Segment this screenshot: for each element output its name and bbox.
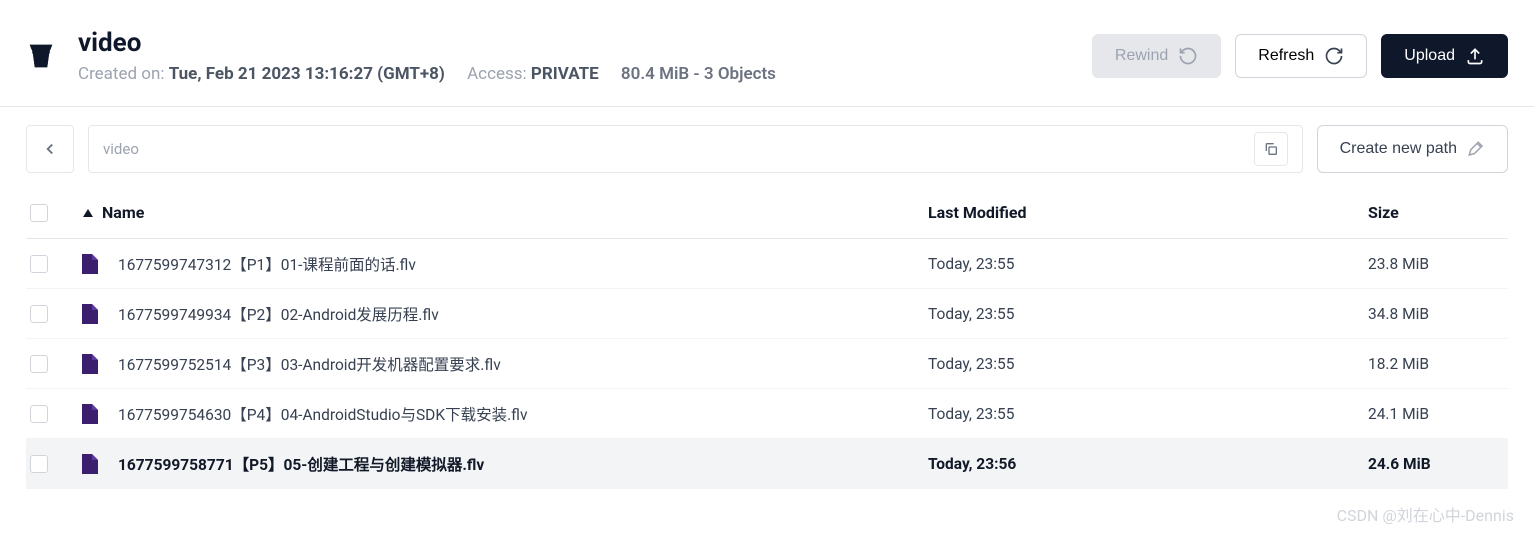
stats-value: 80.4 MiB - 3 Objects (621, 64, 776, 84)
rewind-label: Rewind (1115, 47, 1168, 65)
upload-button[interactable]: Upload (1381, 34, 1508, 78)
breadcrumb: video (88, 125, 1303, 173)
upload-icon (1465, 46, 1485, 66)
table-row[interactable]: 1677599758771【P5】05-创建工程与创建模拟器.flv Today,… (26, 439, 1508, 489)
file-size: 23.8 MiB (1368, 255, 1508, 273)
file-size: 24.6 MiB (1368, 455, 1508, 473)
column-size-header[interactable]: Size (1368, 203, 1508, 222)
bucket-icon (26, 41, 56, 71)
table-row[interactable]: 1677599747312【P1】01-课程前面的话.flv Today, 23:… (26, 239, 1508, 289)
created-label: Created on: (78, 64, 165, 84)
row-checkbox[interactable] (30, 305, 48, 323)
row-checkbox[interactable] (30, 455, 48, 473)
file-name: 1677599758771【P5】05-创建工程与创建模拟器.flv (118, 453, 484, 475)
page-header: video Created on: Tue, Feb 21 2023 13:16… (0, 0, 1534, 107)
sort-asc-icon (82, 207, 94, 219)
created-value: Tue, Feb 21 2023 13:16:27 (GMT+8) (169, 64, 445, 84)
file-size: 18.2 MiB (1368, 355, 1508, 373)
file-icon (82, 254, 98, 274)
rewind-button: Rewind (1092, 34, 1221, 78)
create-path-icon (1467, 140, 1485, 158)
file-size: 24.1 MiB (1368, 405, 1508, 423)
table-row[interactable]: 1677599749934【P2】02-Android发展历程.flv Today… (26, 289, 1508, 339)
toolbar: video Create new path (0, 107, 1534, 173)
file-name: 1677599754630【P4】04-AndroidStudio与SDK下载安… (118, 403, 527, 425)
page-meta: Created on: Tue, Feb 21 2023 13:16:27 (G… (78, 64, 1092, 84)
column-modified-header[interactable]: Last Modified (928, 203, 1368, 222)
upload-label: Upload (1404, 47, 1455, 65)
file-modified: Today, 23:55 (928, 255, 1368, 273)
file-icon (82, 454, 98, 474)
refresh-button[interactable]: Refresh (1235, 34, 1367, 78)
file-modified: Today, 23:55 (928, 405, 1368, 423)
create-path-label: Create new path (1340, 140, 1457, 158)
file-icon (82, 404, 98, 424)
back-button[interactable] (26, 125, 74, 173)
file-icon (82, 304, 98, 324)
access-value: PRIVATE (531, 64, 599, 84)
column-modified-label: Last Modified (928, 203, 1027, 222)
refresh-label: Refresh (1258, 47, 1314, 65)
file-name: 1677599749934【P2】02-Android发展历程.flv (118, 303, 439, 325)
column-size-label: Size (1368, 203, 1399, 222)
table-row[interactable]: 1677599752514【P3】03-Android开发机器配置要求.flv T… (26, 339, 1508, 389)
column-name-label: Name (102, 203, 144, 222)
file-icon (82, 354, 98, 374)
copy-icon (1263, 141, 1279, 157)
table-row[interactable]: 1677599754630【P4】04-AndroidStudio与SDK下载安… (26, 389, 1508, 439)
file-name: 1677599747312【P1】01-课程前面的话.flv (118, 253, 416, 275)
refresh-icon (1324, 46, 1344, 66)
column-name-header[interactable]: Name (82, 203, 928, 222)
chevron-left-icon (41, 140, 59, 158)
watermark: CSDN @刘在心中-Dennis (1337, 502, 1514, 526)
access-label: Access: (467, 64, 527, 84)
copy-path-button[interactable] (1254, 132, 1288, 166)
row-checkbox[interactable] (30, 405, 48, 423)
rewind-icon (1178, 46, 1198, 66)
select-all-checkbox[interactable] (30, 204, 48, 222)
row-checkbox[interactable] (30, 355, 48, 373)
file-modified: Today, 23:55 (928, 305, 1368, 323)
file-modified: Today, 23:55 (928, 355, 1368, 373)
create-path-button[interactable]: Create new path (1317, 125, 1508, 173)
file-table: Name Last Modified Size 1677599747312【P1… (0, 173, 1534, 489)
table-header: Name Last Modified Size (26, 187, 1508, 239)
file-size: 34.8 MiB (1368, 305, 1508, 323)
page-title: video (78, 28, 1092, 58)
file-name: 1677599752514【P3】03-Android开发机器配置要求.flv (118, 353, 501, 375)
row-checkbox[interactable] (30, 255, 48, 273)
file-modified: Today, 23:56 (928, 455, 1368, 473)
breadcrumb-text: video (103, 140, 1254, 158)
